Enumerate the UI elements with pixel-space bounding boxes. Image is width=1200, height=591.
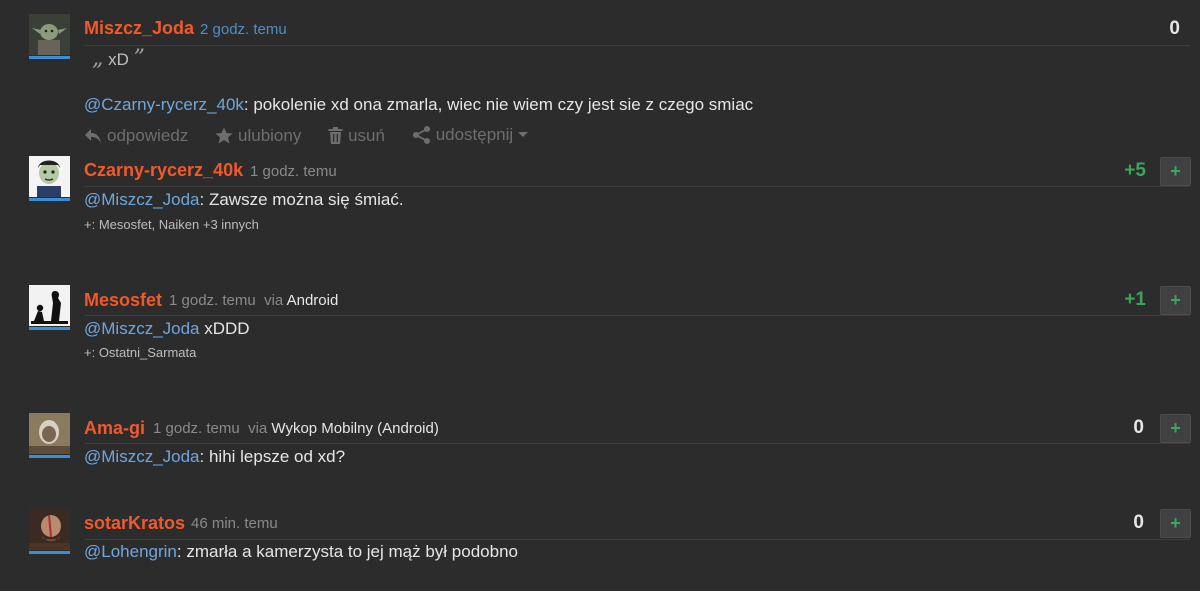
share-button[interactable]: udostępnij [412,125,535,145]
divider [84,539,1190,540]
via-app[interactable]: Wykop Mobilny (Android) [271,420,438,437]
quote-text: xD [108,50,129,69]
upvote-button[interactable]: + [1160,509,1191,538]
share-icon [412,126,430,144]
author-name[interactable]: Miszcz_Joda [84,18,194,39]
comment-text: : zmarła a kamerzysta to jej mąż był pod… [176,542,518,561]
mention-link[interactable]: @Miszcz_Joda [84,447,200,466]
voters-list[interactable]: +: Ostatni_Sarmata [84,345,196,360]
via-label: via [248,420,268,437]
avatar-underline [29,198,70,201]
via-label: via [264,292,284,309]
timestamp[interactable]: 1 godz. temu [153,420,240,437]
cartoon-avatar-icon [29,156,70,197]
comment-body: @Miszcz_Joda: Zawsze można się śmiać. [84,190,404,210]
favorite-button[interactable]: ulubiony [215,126,301,146]
voters-list[interactable]: +: Mesosfet, Naiken +3 innych [84,217,259,232]
avatar-underline [29,327,70,330]
mention-link[interactable]: @Lohengrin [84,542,177,561]
vote-score: 0 [1169,18,1180,39]
chevron-down-icon [518,132,529,137]
comment-body: @Miszcz_Joda: hihi lepsze od xd? [84,447,345,467]
divider [84,186,1190,187]
meta-info: 1 godz. temu via Wykop Mobilny (Android) [153,420,439,437]
quote-close-mark: ” [133,46,145,71]
comment-body: @Miszcz_Joda xDDD [84,319,250,339]
yoda-avatar-icon [29,14,70,55]
reply-label: odpowiedz [107,126,189,145]
favorite-label: ulubiony [238,125,302,145]
comment-body: @Lohengrin: zmarła a kamerzysta to jej m… [84,542,518,562]
author-name[interactable]: Czarny-rycerz_40k [84,160,243,181]
avatar[interactable] [29,413,70,454]
vote-score: 0 [1133,512,1144,533]
comment-actions: odpowiedz ulubiony usuń udostępnij [84,125,556,149]
quote-open-mark: „ [92,46,104,71]
timestamp[interactable]: 1 godz. temu [250,163,337,180]
star-icon [215,127,233,144]
avatar-underline [29,56,70,59]
vote-score: 0 [1133,417,1144,438]
avatar-underline [29,455,70,458]
mention-link[interactable]: @Miszcz_Joda [84,190,200,209]
comment-text: : pokolenie xd ona zmarla, wiec nie wiem… [243,95,754,114]
quote-block: „ xD ” [92,46,145,71]
reply-icon [85,129,101,143]
avatar[interactable] [29,509,70,550]
delete-button[interactable]: usuń [328,126,385,146]
timestamp[interactable]: 1 godz. temu [169,292,256,309]
meta-info: 1 godz. temu via Android [169,292,338,309]
mention-link[interactable]: @Czarny-rycerz_40k [84,95,244,114]
avatar[interactable] [29,14,70,55]
upvote-button[interactable]: + [1160,286,1191,315]
avatar[interactable] [29,156,70,197]
reply-button[interactable]: odpowiedz [84,126,188,146]
trash-icon [328,127,343,144]
upvote-button[interactable]: + [1160,414,1191,443]
author-name[interactable]: Mesosfet [84,290,162,311]
avatar-underline [29,551,70,554]
delete-label: usuń [348,125,385,145]
photo-avatar-icon [29,413,70,454]
mention-link[interactable]: @Miszcz_Joda [84,319,200,338]
author-name[interactable]: sotarKratos [84,513,185,534]
upvote-button[interactable]: + [1160,157,1191,186]
timestamp-text[interactable]: 2 godz. temu [200,21,287,38]
divider [84,45,1190,46]
comment-text: xDDD [199,319,250,338]
vote-score: +5 [1124,160,1146,181]
photo-avatar-icon [29,509,70,550]
comment-text: : Zawsze można się śmiać. [199,190,404,209]
timestamp: 2 godz. temu [200,21,287,38]
avatar[interactable] [29,285,70,326]
divider [84,443,1190,444]
divider [84,315,1190,316]
comment-text: : hihi lepsze od xd? [199,447,346,466]
comment-body: @Czarny-rycerz_40k: pokolenie xd ona zma… [84,95,753,115]
vote-score: +1 [1124,289,1146,310]
timestamp[interactable]: 46 min. temu [191,515,278,532]
via-app[interactable]: Android [287,292,339,309]
silhouette-avatar-icon [29,285,70,326]
share-label: udostępnij [435,125,514,144]
author-name[interactable]: Ama-gi [84,418,145,439]
